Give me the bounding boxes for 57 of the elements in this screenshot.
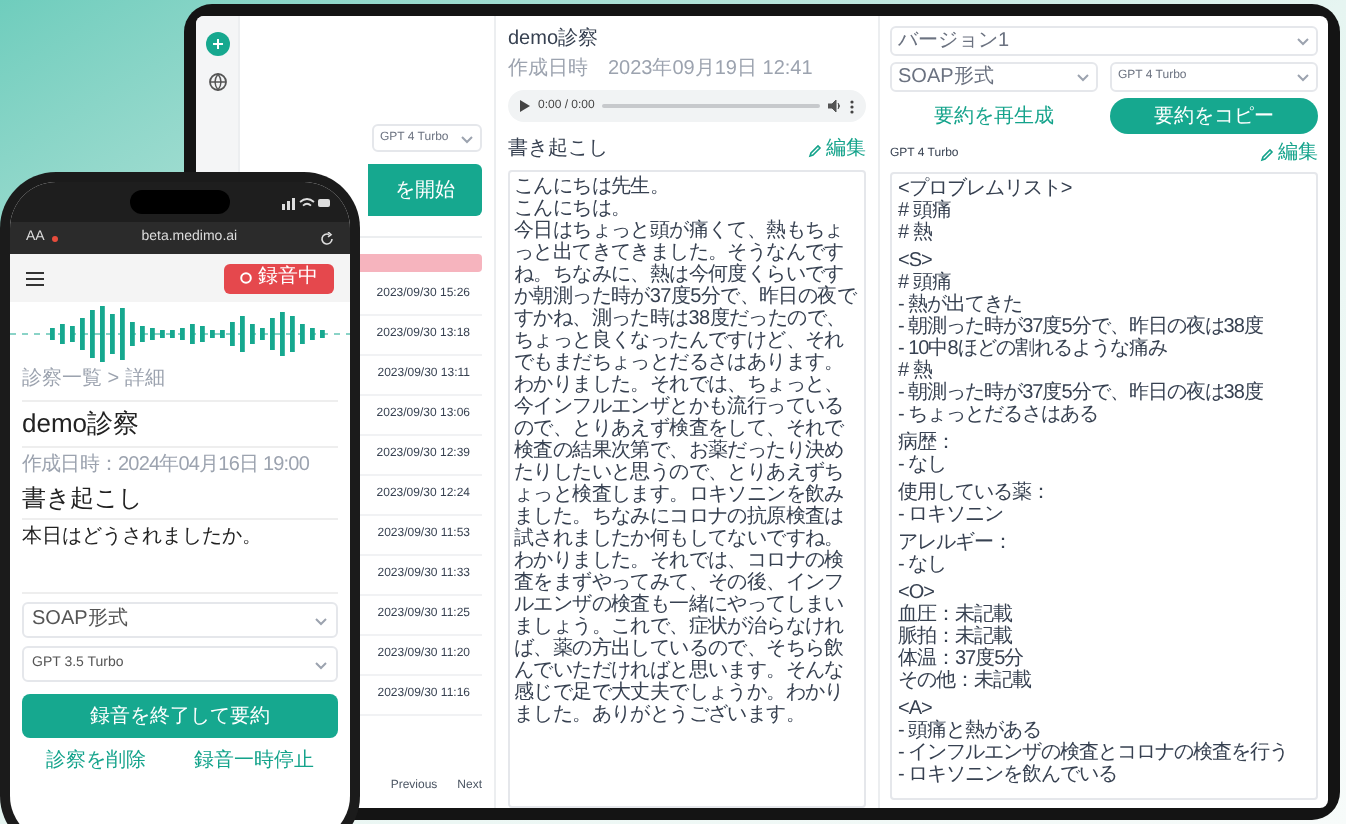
summary-line: - なし: [898, 454, 949, 476]
chevron-down-icon: [460, 133, 474, 143]
chevron-down-icon: [1076, 72, 1090, 82]
section-title: 書き起こし: [22, 484, 144, 512]
dynamic-island: [130, 190, 230, 214]
record-title: demo診察: [508, 28, 601, 52]
transcript-text: わかりました。それでは、ちょっと、今インフルエンザとかも流行っているので、とりあえず検査をして、それで検査の結果次第で、お薬だったり決めたりしたいと思うので、とりあえずちょっと検査します。ロキソニンを飲みました。ちなみにコロナの抗原検査は試されましたか何もしてないですね。わかりました。それでは、コロナの検査をまずやってみて、その後、インフルエンザの検査も一緒にやってしまいましょう。これで、症状が治らなければ、薬の方出しているので、そちら飲んでいただければと思います。そんな感じで足で大丈夫でしょうか。わかりました。ありがとうございます。: [514, 374, 846, 726]
summary-line: 病歴：: [898, 432, 957, 454]
summary-line: アレルギー：: [898, 532, 1014, 554]
created-date: 作成日時 2023年09月19日 12:41: [508, 58, 815, 82]
record-icon: [240, 272, 252, 284]
globe-icon: [207, 72, 227, 92]
select-field[interactable]: SOAP形式: [890, 62, 1098, 92]
summary-line: <プロブレムリスト>: [898, 178, 1074, 200]
summary-line: <S>: [898, 250, 932, 272]
summary-line: <A>: [898, 698, 932, 720]
section-title: 書き起こし: [508, 138, 608, 162]
transcript-text: こんにちは先生。: [514, 176, 672, 198]
chevron-down-icon: [314, 615, 328, 625]
pencil-icon: [808, 143, 822, 157]
reload-icon: [320, 231, 334, 245]
created-date: 作成日時：2024年04月16日 19:00: [22, 454, 311, 478]
summary-line: - ちょっとだるさはある: [898, 404, 1101, 426]
select-field[interactable]: SOAP形式: [22, 602, 338, 638]
summary-line: # 頭痛: [898, 272, 951, 294]
summary-line: 使用している薬：: [898, 482, 1052, 504]
summary-line: - インフルエンザの検査とコロナの検査を行う: [898, 742, 1291, 764]
transcript-text: こんにちは。: [514, 198, 633, 220]
summary-line: - ロキソニン: [898, 504, 1006, 526]
chevron-down-icon: [314, 659, 328, 669]
summary-line: - 10中8ほどの割れるような痛み: [898, 338, 1169, 360]
summary-line: 体温：37度5分: [898, 648, 1024, 670]
summary-line: その他：未記載: [898, 670, 1033, 692]
summary-line: 血圧：未記載: [898, 604, 1014, 626]
chevron-down-icon: [1296, 72, 1310, 82]
summary-line: 脈拍：未記載: [898, 626, 1014, 648]
chevron-down-icon: [1296, 36, 1310, 46]
menu-icon: [26, 271, 44, 285]
summary-line: # 熱: [898, 360, 932, 382]
summary-line: - 頭痛と熱がある: [898, 720, 1044, 742]
record-title: demo診察: [22, 400, 338, 448]
recording-button[interactable]: 録音中: [224, 263, 334, 293]
summary-line: - 朝測った時が37度5分で、昨日の夜は38度: [898, 316, 1265, 338]
summary-line: - 熱が出てきた: [898, 294, 1025, 316]
status-icons: [282, 195, 330, 209]
select-field[interactable]: バージョン1: [890, 26, 1318, 56]
pencil-icon: [1260, 147, 1274, 161]
summary-line: # 頭痛: [898, 200, 953, 222]
play-icon: [520, 100, 530, 112]
transcript-field[interactable]: 本日はどうされましたか。: [22, 518, 338, 594]
summary-line: - なし: [898, 554, 949, 576]
summary-line: <O>: [898, 582, 936, 604]
volume-icon: [828, 100, 842, 112]
summary-line: # 熱: [898, 222, 934, 244]
summary-line: - ロキソニンを飲んでいる: [898, 764, 1120, 786]
transcript-text: 今日はちょっと頭が痛くて、熱もちょっと出てきてきました。そうなんですね。ちなみに、熱は今何度くらいですか朝測った時が37度5分で、昨日の夜ですかね、測った時は38度だったので、ちょっと良くなったんですけど、それでもまだちょっとだるさはあります。: [514, 220, 859, 374]
summary-line: - 朝測った時が37度5分で、昨日の夜は38度: [898, 382, 1265, 404]
